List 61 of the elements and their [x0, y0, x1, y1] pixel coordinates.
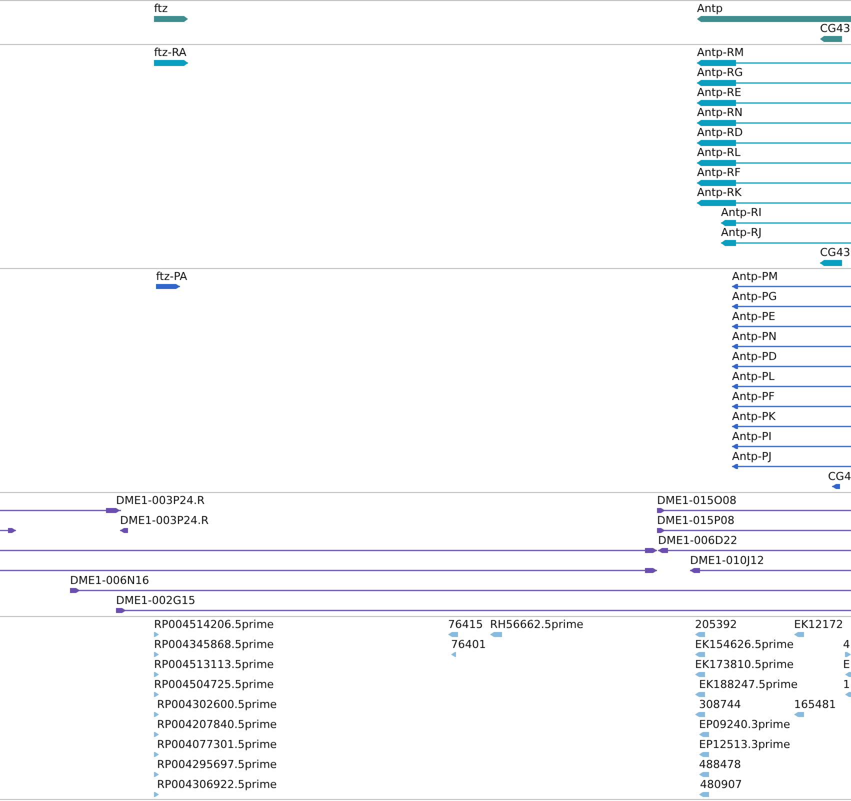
feature-label: Antp-PJ: [732, 450, 772, 463]
feature-label: 76415: [448, 618, 483, 631]
feature-label: DME1-003P24.R: [116, 494, 205, 507]
feature-label: ftz-PA: [156, 270, 188, 283]
feature-label: ftz-RA: [154, 46, 186, 59]
feature-label: Antp-RM: [697, 46, 744, 59]
feature-label: DME1-003P24.R: [120, 514, 209, 527]
feature-label: RP004504725.5prime: [154, 678, 274, 691]
feature-label: Antp-RJ: [721, 226, 762, 239]
feature-label: RH56662.5prime: [490, 618, 584, 631]
feature-label: 480907: [700, 778, 742, 791]
feature-label: EP12513.3prime: [699, 738, 790, 751]
feature-label: 488478: [699, 758, 741, 771]
feature-label: 165481: [794, 698, 836, 711]
feature-label: DME1-015P08: [657, 514, 735, 527]
feature-label: DME1-006D22: [658, 534, 738, 547]
feature-label: EK12172: [794, 618, 844, 631]
feature-label: Antp-RN: [697, 106, 743, 119]
feature-label: Antp-PM: [732, 270, 778, 283]
feature-label: 308744: [699, 698, 741, 711]
feature-label: Antp-PE: [732, 310, 776, 323]
feature-label: Antp-RI: [721, 206, 762, 219]
feature-label: RP004302600.5prime: [157, 698, 277, 711]
feature-label: Antp-PD: [732, 350, 777, 363]
feature-label: Antp-PG: [732, 290, 777, 303]
feature-label: DME1-015O08: [657, 494, 737, 507]
feature-label: RP004295697.5prime: [157, 758, 277, 771]
feature-label: RP004077301.5prime: [157, 738, 277, 751]
feature-label: ftz: [154, 2, 168, 15]
feature-label: DME1-006N16: [70, 574, 150, 587]
feature-label: EK188247.5prime: [699, 678, 798, 691]
feature-label: Antp-PL: [732, 370, 775, 383]
feature-label: Antp-RE: [697, 86, 742, 99]
feature-label: Antp-PK: [732, 410, 776, 423]
feature-label: 76401: [451, 638, 486, 651]
feature-label: CG43: [820, 22, 850, 35]
feature-label: Antp-RK: [697, 186, 742, 199]
feature-label: RP004345868.5prime: [154, 638, 274, 651]
feature-label: CG43: [820, 246, 850, 259]
feature-label: EK154626.5prime: [695, 638, 794, 651]
feature-label: CG4: [828, 470, 851, 483]
feature-label: Antp-RL: [697, 146, 741, 159]
feature-label: 4: [843, 638, 850, 651]
feature-label: RP004514206.5prime: [154, 618, 274, 631]
feature-label: Antp-RD: [697, 126, 743, 139]
feature-label: Antp-RG: [697, 66, 743, 79]
feature-label: EP09240.3prime: [699, 718, 790, 731]
feature-label: Antp-PI: [732, 430, 772, 443]
feature-label: DME1-002G15: [116, 594, 196, 607]
feature-label: DME1-010J12: [690, 554, 764, 567]
feature-label: EK173810.5prime: [695, 658, 794, 671]
feature-label: RP004513113.5prime: [154, 658, 274, 671]
feature-label: Antp-PF: [732, 390, 775, 403]
feature-label: E: [843, 658, 850, 671]
feature-label: Antp-PN: [732, 330, 777, 343]
feature-label: Antp: [697, 2, 723, 15]
feature-label: 205392: [695, 618, 737, 631]
feature-label: Antp-RF: [697, 166, 741, 179]
feature-label: RP004306922.5prime: [157, 778, 277, 791]
feature-label: 1: [843, 678, 850, 691]
feature-label: RP004207840.5prime: [157, 718, 277, 731]
